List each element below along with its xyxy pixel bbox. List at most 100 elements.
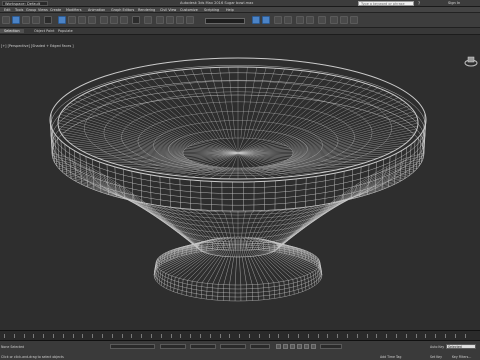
unlink-icon[interactable] [22, 16, 30, 24]
menu-scripting[interactable]: Scripting [204, 8, 219, 12]
timeline-tick [268, 334, 270, 338]
timeline-tick [92, 334, 94, 338]
menu-civil-view[interactable]: Civil View [160, 8, 176, 12]
schematic-view-icon[interactable] [306, 16, 314, 24]
perspective-viewport[interactable]: [+] [Perspective] [Shaded + Edged Faces … [0, 35, 480, 330]
help-icon[interactable]: ? [418, 1, 420, 6]
menu-rendering[interactable]: Rendering [138, 8, 155, 12]
bind-space-warp-icon[interactable] [32, 16, 40, 24]
timeline-tick [23, 334, 25, 338]
undo-icon[interactable] [2, 16, 10, 24]
maxscript-listener-field[interactable] [110, 344, 155, 349]
curve-editor-icon[interactable] [296, 16, 304, 24]
viewcube-icon[interactable] [464, 55, 478, 67]
menu-group[interactable]: Group [26, 8, 36, 12]
rectangular-selection-icon[interactable] [78, 16, 86, 24]
current-frame-field[interactable] [320, 344, 342, 349]
render-setup-icon[interactable] [330, 16, 338, 24]
move-icon[interactable] [100, 16, 108, 24]
timeline-tick [396, 334, 397, 338]
timeline-tick [4, 334, 5, 338]
menu-graph-editors[interactable]: Graph Editors [111, 8, 134, 12]
timeline-tick [239, 334, 241, 338]
select-link-icon[interactable] [12, 16, 20, 24]
app-window: Workspace: Default Autodesk 3ds Max 2016… [0, 0, 480, 360]
angle-snap-icon[interactable] [166, 16, 174, 24]
scale-icon[interactable] [120, 16, 128, 24]
menu-views[interactable]: Views [38, 8, 48, 12]
play-icon[interactable] [297, 344, 302, 349]
align-icon[interactable] [262, 16, 270, 24]
menu-help[interactable]: Help [226, 8, 234, 12]
mirror-icon[interactable] [252, 16, 260, 24]
previous-frame-icon[interactable] [290, 344, 295, 349]
go-to-end-icon[interactable] [311, 344, 316, 349]
pivot-center-icon[interactable] [144, 16, 152, 24]
timeline-tick [33, 334, 35, 338]
next-frame-icon[interactable] [304, 344, 309, 349]
layer-explorer-icon[interactable] [274, 16, 282, 24]
rotate-icon[interactable] [110, 16, 118, 24]
timeline-tick [111, 334, 113, 338]
menu-animation[interactable]: Animation [88, 8, 105, 12]
timeline-tick [102, 334, 103, 338]
timeline-tick [200, 334, 201, 338]
material-editor-icon[interactable] [318, 16, 326, 24]
key-filters-button[interactable]: Key Filters... [452, 355, 471, 359]
sign-in-button[interactable]: Sign In [448, 1, 460, 5]
y-coordinate-field[interactable] [190, 344, 216, 349]
timeline-tick [141, 334, 143, 338]
workspace-selector[interactable]: Workspace: Default [2, 1, 48, 6]
timeline-tick [415, 334, 417, 338]
ribbon: Selection Object Paint Populate [0, 28, 480, 35]
auto-key-button[interactable]: Auto Key [430, 345, 444, 349]
select-object-icon[interactable] [58, 16, 66, 24]
menu-edit[interactable]: Edit [4, 8, 11, 12]
main-toolbar [0, 13, 480, 28]
snaps-toggle-icon[interactable] [156, 16, 164, 24]
select-by-name-icon[interactable] [68, 16, 76, 24]
grid-spacing-field[interactable] [250, 344, 270, 349]
tab-selection[interactable]: Selection [0, 29, 24, 33]
timeline-tick [317, 334, 319, 338]
menu-modifiers[interactable]: Modifiers [66, 8, 81, 12]
z-coordinate-field[interactable] [220, 344, 246, 349]
tab-object-paint[interactable]: Object Paint [34, 29, 55, 33]
search-input[interactable]: Type a keyword or phrase [358, 1, 414, 6]
timeline-tick [249, 334, 250, 338]
go-to-start-icon[interactable] [283, 344, 288, 349]
tab-populate[interactable]: Populate [58, 29, 73, 33]
named-selection-sets-dropdown[interactable] [205, 18, 245, 24]
rendered-frame-window-icon[interactable] [340, 16, 348, 24]
timeline-tick [72, 334, 74, 338]
time-slider-trackbar[interactable] [0, 330, 480, 340]
timeline-tick [13, 334, 15, 338]
timeline-tick [180, 334, 182, 338]
timeline-tick [229, 334, 231, 338]
spinner-snap-icon[interactable] [186, 16, 194, 24]
timeline-tick [405, 334, 407, 338]
timeline-tick [160, 334, 162, 338]
key-set-dropdown[interactable]: Selected [446, 344, 476, 349]
add-time-tag-button[interactable]: Add Time Tag [380, 355, 401, 359]
selection-filter-icon[interactable] [44, 16, 52, 24]
timeline-tick [131, 334, 133, 338]
key-mode-icon[interactable] [276, 344, 281, 349]
timeline-tick [386, 334, 388, 338]
set-key-button[interactable]: Set Key [430, 355, 442, 359]
render-production-icon[interactable] [350, 16, 358, 24]
timeline-tick [43, 334, 45, 338]
timeline-tick [435, 334, 437, 338]
x-coordinate-field[interactable] [160, 344, 186, 349]
percent-snap-icon[interactable] [176, 16, 184, 24]
timeline-tick [337, 334, 339, 338]
viewport-label[interactable]: [+] [Perspective] [Shaded + Edged Faces … [1, 44, 74, 48]
window-crossing-icon[interactable] [88, 16, 96, 24]
graphite-toolbar-icon[interactable] [284, 16, 292, 24]
timeline-tick [327, 334, 329, 338]
reference-coordinate-icon[interactable] [132, 16, 140, 24]
menu-tools[interactable]: Tools [15, 8, 23, 12]
menu-create[interactable]: Create [50, 8, 61, 12]
menu-customize[interactable]: Customize [180, 8, 198, 12]
sugar-bowl-wireframe [49, 57, 427, 302]
